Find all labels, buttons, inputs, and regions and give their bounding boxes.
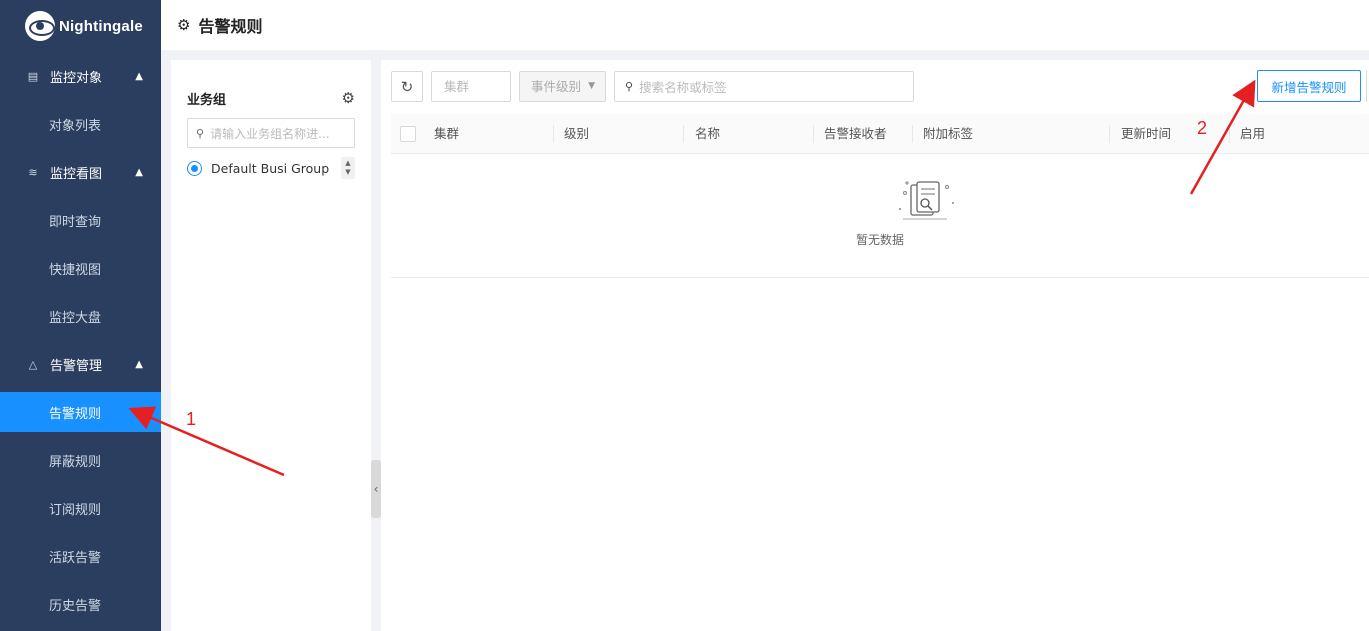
page-header: ⚙ 告警规则 [161, 0, 1369, 50]
sidebar: Nightingale ▤ 监控对象 ▲ 对象列表 ≋ 监控看图 ▲ 即时查询 … [0, 0, 161, 631]
add-alert-rule-button[interactable]: 新增告警规则 [1257, 70, 1361, 102]
group-list-item[interactable]: Default Busi Group ▲ ▼ [187, 156, 355, 180]
empty-state: 暂无数据 [391, 155, 1369, 278]
column-divider [912, 125, 913, 143]
column-header-receivers[interactable]: 告警接收者 [824, 114, 887, 154]
sidebar-item-mute-rules[interactable]: 屏蔽规则 [0, 436, 161, 484]
logo-eye-icon [25, 11, 55, 41]
event-level-select[interactable]: 事件级别 ▼ [519, 71, 606, 102]
annotation-label-1: 1 [186, 409, 197, 429]
menu-group-monitor-objects[interactable]: ▤ 监控对象 ▲ [0, 52, 161, 100]
column-divider [1109, 125, 1110, 143]
table-header: 集群 级别 名称 告警接收者 附加标签 更新时间 启用 [391, 114, 1369, 154]
sidebar-item-history-alerts[interactable]: 历史告警 [0, 580, 161, 628]
column-divider [683, 125, 684, 143]
chevron-left-icon: ‹ [373, 482, 379, 496]
sidebar-item-active-alerts[interactable]: 活跃告警 [0, 532, 161, 580]
column-header-level[interactable]: 级别 [564, 114, 589, 154]
chevron-up-icon: ▲ [135, 358, 143, 370]
sidebar-item-quick-view[interactable]: 快捷视图 [0, 244, 161, 292]
column-divider [1229, 125, 1230, 143]
gear-icon: ⚙ [177, 16, 191, 34]
radio-selected-icon[interactable] [187, 160, 202, 176]
page-title: 告警规则 [198, 17, 263, 36]
chevron-up-icon: ▲ [135, 166, 143, 178]
empty-document-icon [899, 181, 954, 220]
select-all-checkbox[interactable] [400, 126, 416, 142]
business-group-panel: 业务组 ⚙ ⚲ 请输入业务组名称进... Default Busi Group … [171, 60, 371, 631]
column-header-cluster[interactable]: 集群 [434, 114, 459, 154]
gear-icon[interactable]: ⚙ [342, 89, 355, 107]
list-icon: ▤ [27, 69, 39, 83]
refresh-icon: ↻ [400, 77, 414, 96]
menu-group-alert-management[interactable]: △ 告警管理 ▲ [0, 340, 161, 388]
toolbar: ↻ 集群 事件级别 ▼ ⚲ 搜索名称或标签 新增告警规则 [391, 70, 1369, 103]
sidebar-item-dashboard[interactable]: 监控大盘 [0, 292, 161, 340]
caret-down-icon: ▼ [588, 81, 595, 91]
rule-search-input[interactable]: ⚲ 搜索名称或标签 [614, 71, 914, 102]
group-item-label: Default Busi Group [211, 160, 330, 176]
refresh-button[interactable]: ↻ [391, 71, 423, 102]
column-header-updated-at[interactable]: 更新时间 [1121, 114, 1171, 154]
column-header-enabled[interactable]: 启用 [1240, 114, 1265, 154]
column-header-tags[interactable]: 附加标签 [923, 114, 973, 154]
column-divider [813, 125, 814, 143]
group-panel-header: 业务组 ⚙ [187, 88, 355, 108]
cluster-select[interactable]: 集群 [431, 71, 511, 102]
empty-text: 暂无数据 [855, 233, 904, 247]
alarm-icon: △ [28, 357, 38, 371]
logo[interactable]: Nightingale [0, 0, 161, 52]
column-header-name[interactable]: 名称 [695, 114, 720, 154]
sidebar-item-alert-rules[interactable]: 告警规则 [0, 392, 161, 432]
sidebar-item-instant-query[interactable]: 即时查询 [0, 196, 161, 244]
logo-text: Nightingale [59, 17, 143, 35]
collapse-handle[interactable]: ‹ [371, 460, 381, 518]
group-search-input[interactable]: ⚲ 请输入业务组名称进... [187, 118, 355, 148]
column-divider [553, 125, 554, 143]
menu-group-monitor-views[interactable]: ≋ 监控看图 ▲ [0, 148, 161, 196]
sort-stepper[interactable]: ▲ ▼ [341, 157, 355, 179]
group-panel-title: 业务组 [187, 92, 227, 108]
search-icon: ⚲ [625, 80, 634, 93]
search-icon: ⚲ [196, 126, 205, 140]
annotation-label-2: 2 [1197, 118, 1208, 138]
sidebar-item-object-list[interactable]: 对象列表 [0, 100, 161, 148]
chevron-up-icon: ▲ [135, 70, 143, 82]
rules-main-panel: ↻ 集群 事件级别 ▼ ⚲ 搜索名称或标签 新增告警规则 集群 级别 名称 告警… [381, 60, 1369, 631]
line-chart-icon: ≋ [28, 165, 38, 179]
sidebar-item-subscribe-rules[interactable]: 订阅规则 [0, 484, 161, 532]
